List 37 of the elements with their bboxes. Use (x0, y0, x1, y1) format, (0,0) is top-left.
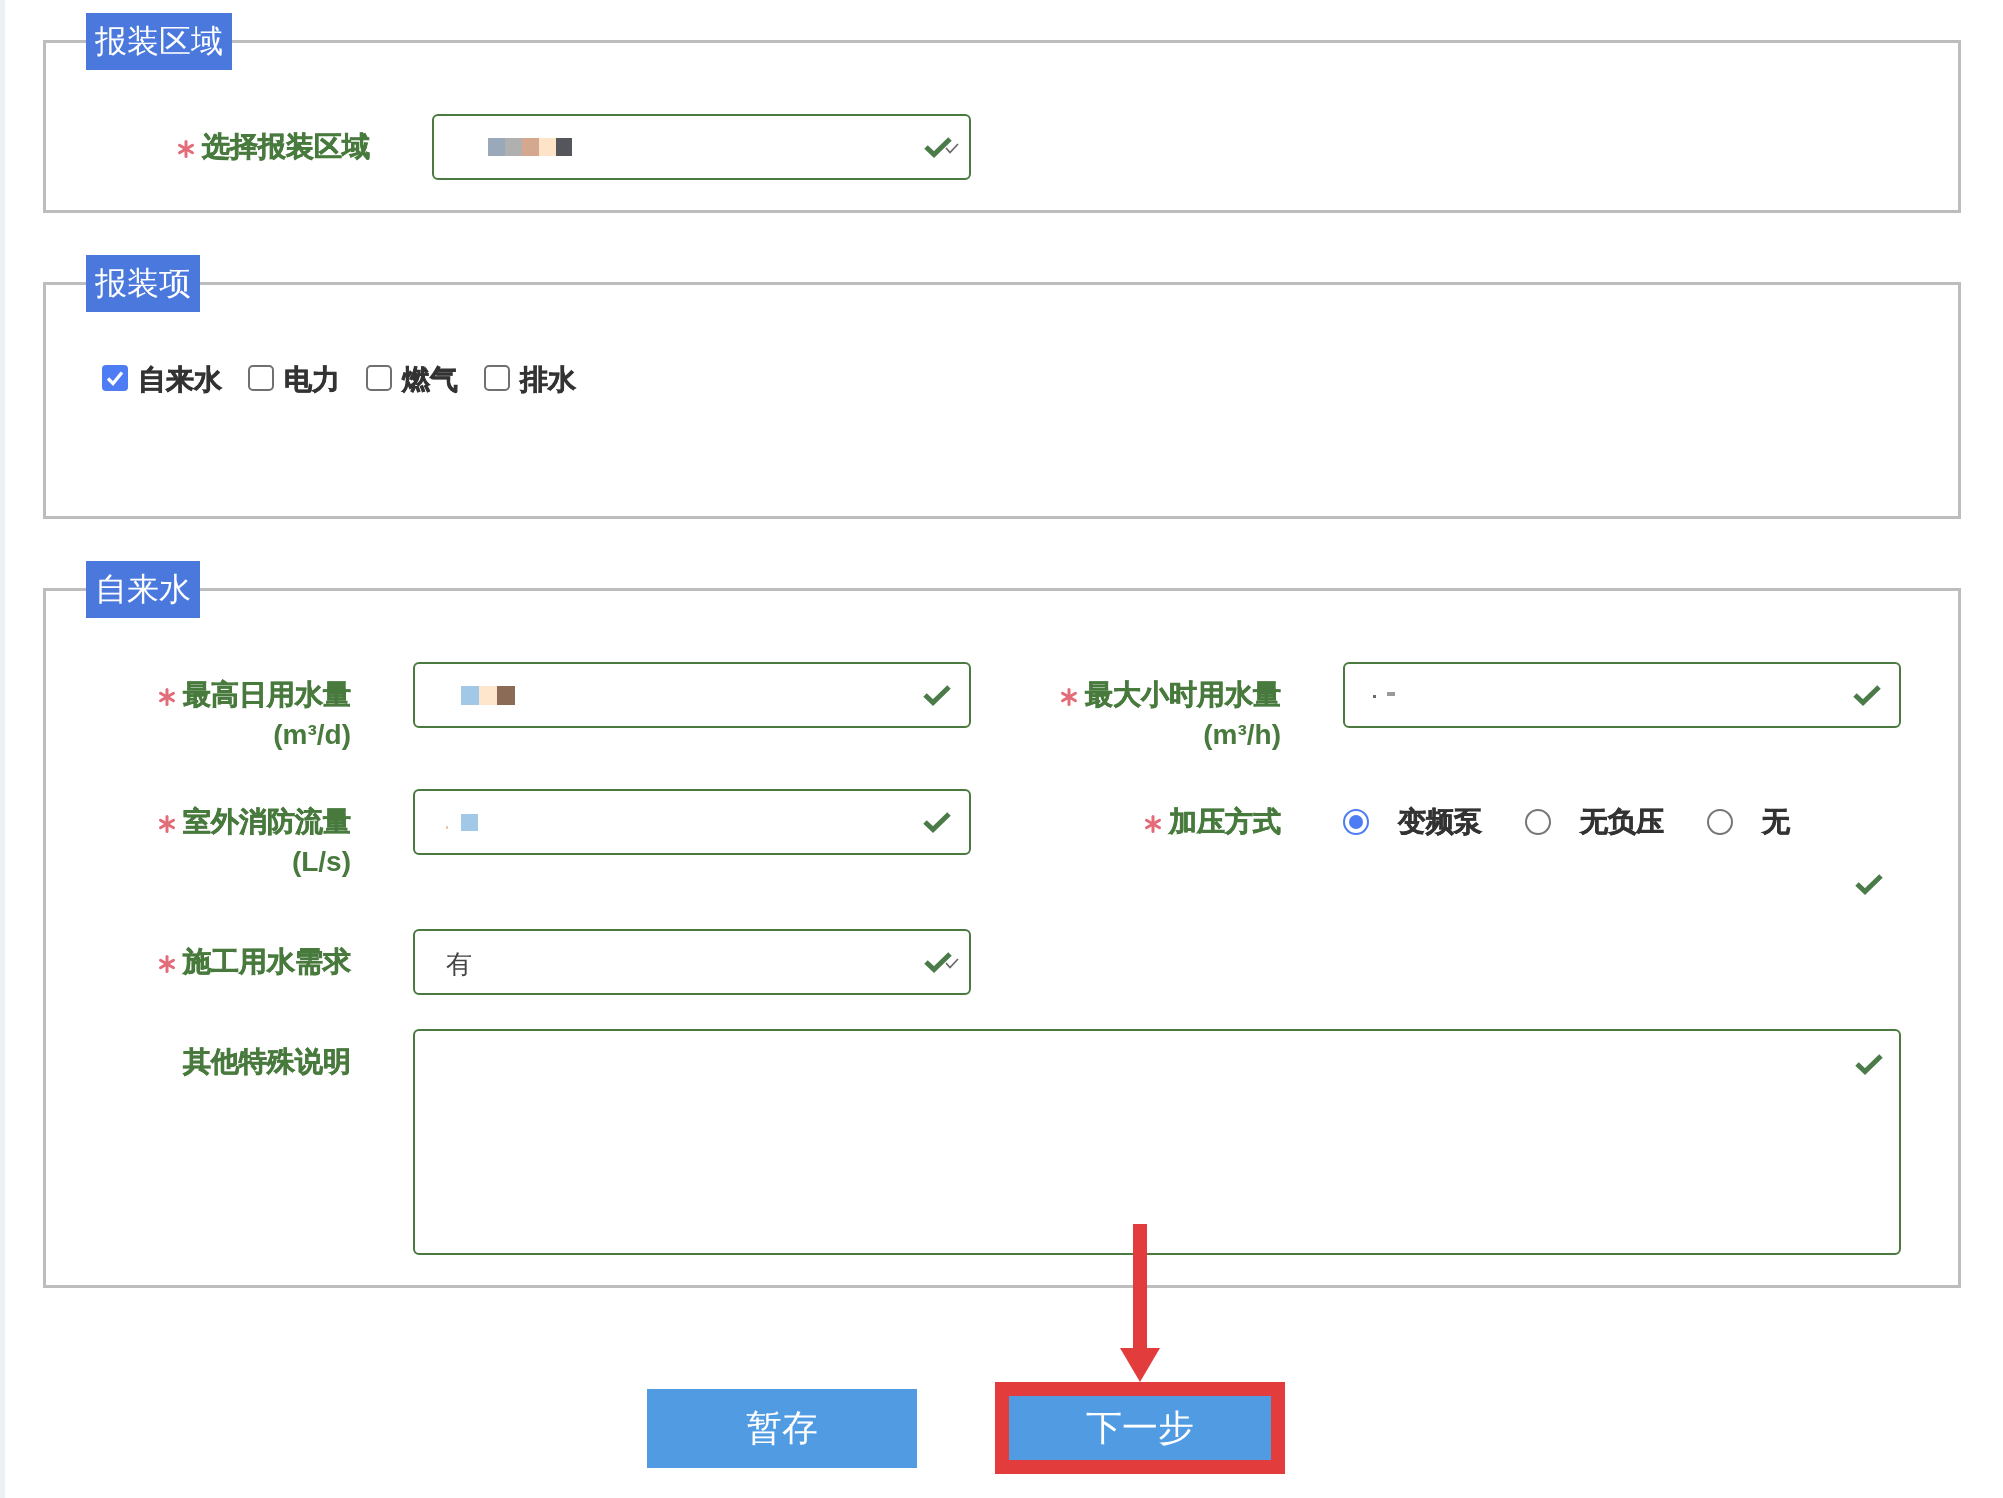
select-field[interactable]: 有 (413, 929, 971, 995)
section-title: 自来水 (86, 561, 200, 618)
field-label: 加压方式 (1169, 805, 1281, 839)
radio-button[interactable] (1525, 809, 1551, 835)
input-field[interactable] (413, 662, 971, 728)
checkbox-label: 自来水 (138, 363, 222, 397)
checkbox[interactable] (484, 365, 510, 391)
radio-label: 变频泵 (1398, 805, 1482, 839)
section-title: 报装区域 (86, 13, 232, 70)
field-label: 其他特殊说明 (183, 1045, 351, 1079)
checkbox-label: 电力 (284, 363, 340, 397)
radio-button[interactable] (1707, 809, 1733, 835)
unit-label: (m³/d) (273, 718, 351, 752)
section-title: 报装项 (86, 255, 200, 312)
field-label: 选择报装区域 (202, 130, 370, 164)
checkbox[interactable] (248, 365, 274, 391)
input-field[interactable] (413, 789, 971, 855)
field-label: 最高日用水量 (183, 678, 351, 712)
unit-label: (m³/h) (1203, 718, 1281, 752)
next-button[interactable]: 下一步 (1009, 1396, 1271, 1460)
field-label: 施工用水需求 (183, 945, 351, 979)
checkbox-label: 排水 (520, 363, 576, 397)
textarea-field[interactable] (413, 1029, 1901, 1255)
radio-label: 无负压 (1580, 805, 1664, 839)
checkbox[interactable] (366, 365, 392, 391)
checkbox[interactable] (102, 365, 128, 391)
select-field[interactable] (432, 114, 971, 180)
small-check-icon (945, 142, 959, 154)
small-check-icon (945, 957, 959, 969)
unit-label: (L/s) (291, 845, 351, 879)
checkbox-label: 燃气 (402, 363, 458, 397)
input-field[interactable] (1343, 662, 1901, 728)
field-label: 室外消防流量 (183, 805, 351, 839)
radio-label: 无 (1762, 805, 1790, 839)
radio-button[interactable] (1343, 809, 1369, 835)
save-button[interactable]: 暂存 (647, 1388, 917, 1468)
field-label: 最大小时用水量 (1085, 678, 1281, 712)
